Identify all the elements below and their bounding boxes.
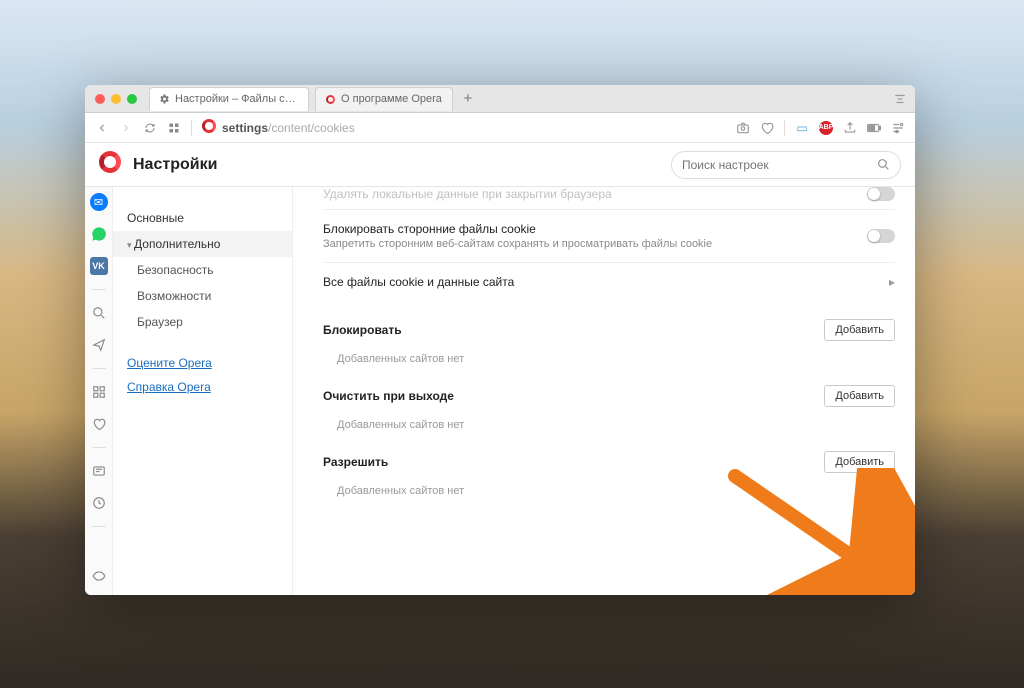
personal-news-icon[interactable] <box>90 462 108 480</box>
sidebar-link-rate[interactable]: Оцените Opera <box>113 351 292 375</box>
tab-settings-cookies[interactable]: Настройки – Файлы cookie <box>149 87 309 111</box>
new-tab-button[interactable]: + <box>459 90 477 108</box>
gear-icon <box>158 93 170 105</box>
tab-label: Настройки – Файлы cookie <box>175 93 298 105</box>
minimize-window-button[interactable] <box>111 94 121 104</box>
setting-row-truncated: Удалять локальные данные при закрытии бр… <box>323 187 895 210</box>
add-block-button[interactable]: Добавить <box>824 319 895 341</box>
address-bar: settings/content/cookies ▭ ABP <box>85 113 915 143</box>
whatsapp-icon[interactable] <box>90 225 108 243</box>
rail-separator <box>92 526 106 527</box>
toggle-switch[interactable] <box>867 229 895 243</box>
setting-label: Блокировать сторонние файлы cookie <box>323 222 867 236</box>
rail-separator <box>92 368 106 369</box>
sidebar-item-security[interactable]: Безопасность <box>113 257 292 283</box>
close-window-button[interactable] <box>95 94 105 104</box>
settings-rail-icon[interactable] <box>90 567 108 585</box>
section-allow: Разрешить Добавить <box>323 451 895 473</box>
history-icon[interactable] <box>90 494 108 512</box>
section-block: Блокировать Добавить <box>323 319 895 341</box>
left-rail: ✉ VK <box>85 187 113 595</box>
opera-icon <box>324 93 336 105</box>
section-clear-on-exit: Очистить при выходе Добавить <box>323 385 895 407</box>
chevron-right-icon: ▸ <box>889 275 895 289</box>
setting-label: Все файлы cookie и данные сайта <box>323 275 889 289</box>
maximize-window-button[interactable] <box>127 94 137 104</box>
settings-search[interactable] <box>671 151 901 179</box>
sidebar-item-advanced[interactable]: Дополнительно <box>113 231 292 257</box>
settings-body: ✉ VK Основные Дополнительно Безопасность… <box>85 187 915 595</box>
battery-icon[interactable] <box>867 121 881 135</box>
adblock-icon[interactable]: ABP <box>819 121 833 135</box>
workspaces-icon[interactable] <box>90 383 108 401</box>
rail-separator <box>92 447 106 448</box>
empty-list-text: Добавленных сайтов нет <box>323 341 895 367</box>
url-text: settings/content/cookies <box>222 121 355 135</box>
setting-row-block-3p: Блокировать сторонние файлы cookie Запре… <box>323 210 895 263</box>
back-button[interactable] <box>95 121 109 135</box>
vk-icon[interactable]: VK <box>90 257 108 275</box>
sidebar-item-features[interactable]: Возможности <box>113 283 292 309</box>
news-icon[interactable]: ▭ <box>795 121 809 135</box>
forward-button[interactable] <box>119 121 133 135</box>
tab-label: О программе Opera <box>341 93 442 105</box>
heart-icon[interactable] <box>760 121 774 135</box>
opera-icon <box>202 119 216 136</box>
setting-label: Удалять локальные данные при закрытии бр… <box>323 187 867 201</box>
sidebar-link-help[interactable]: Справка Opera <box>113 375 292 399</box>
speed-dial-button[interactable] <box>167 121 181 135</box>
setting-row-all-cookies[interactable]: Все файлы cookie и данные сайта ▸ <box>323 263 895 301</box>
messenger-icon[interactable]: ✉ <box>90 193 108 211</box>
snapshot-icon[interactable] <box>736 121 750 135</box>
url-field[interactable]: settings/content/cookies <box>202 119 726 136</box>
settings-sidebar: Основные Дополнительно Безопасность Возм… <box>113 187 293 595</box>
window-controls <box>91 94 143 104</box>
reload-button[interactable] <box>143 121 157 135</box>
empty-list-text: Добавленных сайтов нет <box>323 407 895 433</box>
tabs-menu-icon[interactable] <box>893 92 907 106</box>
rail-separator <box>92 289 106 290</box>
share-icon[interactable] <box>843 121 857 135</box>
send-icon[interactable] <box>90 336 108 354</box>
opera-logo-icon <box>99 151 121 178</box>
section-title: Очистить при выходе <box>323 389 454 403</box>
page-title: Настройки <box>133 156 217 174</box>
sidebar-item-browser[interactable]: Браузер <box>113 309 292 335</box>
section-title: Разрешить <box>323 455 388 469</box>
tab-about-opera[interactable]: О программе Opera <box>315 87 453 111</box>
settings-content: Удалять локальные данные при закрытии бр… <box>293 187 915 595</box>
settings-header: Настройки <box>85 143 915 187</box>
tab-bar: Настройки – Файлы cookie О программе Ope… <box>85 85 915 113</box>
bookmarks-heart-icon[interactable] <box>90 415 108 433</box>
sidebar-item-basic[interactable]: Основные <box>113 205 292 231</box>
setting-description: Запретить сторонним веб-сайтам сохранять… <box>323 238 867 250</box>
easy-setup-icon[interactable] <box>891 121 905 135</box>
toggle-switch[interactable] <box>867 187 895 201</box>
section-title: Блокировать <box>323 323 402 337</box>
search-icon <box>877 158 890 171</box>
browser-window: Настройки – Файлы cookie О программе Ope… <box>85 85 915 595</box>
add-clear-button[interactable]: Добавить <box>824 385 895 407</box>
empty-list-text: Добавленных сайтов нет <box>323 473 895 499</box>
search-input[interactable] <box>682 158 871 172</box>
add-allow-button[interactable]: Добавить <box>824 451 895 473</box>
search-rail-icon[interactable] <box>90 304 108 322</box>
